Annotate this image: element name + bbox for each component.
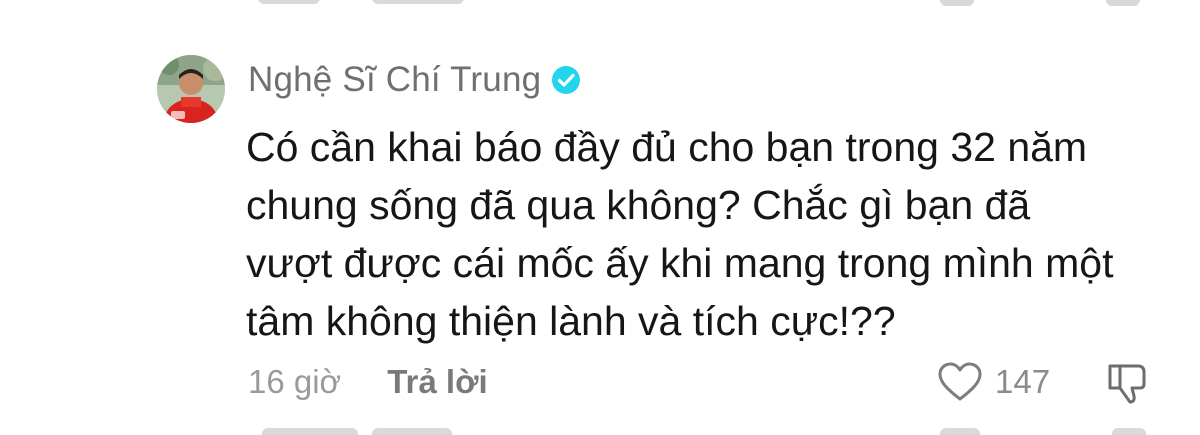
next-comment-dislike-fragment [1112, 428, 1146, 435]
verified-badge-icon [552, 66, 581, 94]
comment-body: Có cần khai báo đầy đủ cho bạn trong 32 … [246, 124, 1114, 344]
previous-comment-dislike-fragment [1106, 0, 1140, 6]
avatar-photo-icon [157, 55, 225, 123]
next-comment-fragment [262, 428, 358, 435]
next-comment-fragment-2 [372, 428, 452, 435]
author-name[interactable]: Nghệ Sĩ Chí Trung [248, 60, 541, 100]
heart-outline-icon [938, 362, 982, 401]
previous-comment-timestamp-fragment [258, 0, 320, 4]
author-avatar[interactable] [157, 55, 225, 123]
comment-meta: 16 giờ Trả lời [248, 360, 488, 404]
like-button[interactable]: 147 [937, 358, 1050, 406]
comment-thread: Nghệ Sĩ Chí Trung Có cần khai báo đầy đủ… [0, 0, 1200, 435]
previous-comment-like-fragment [940, 0, 974, 6]
author-row: Nghệ Sĩ Chí Trung [248, 58, 581, 102]
like-count: 147 [995, 363, 1051, 400]
thumbs-down-outline-icon[interactable] [1104, 360, 1150, 406]
reply-button[interactable]: Trả lời [387, 363, 488, 401]
comment-timestamp: 16 giờ [248, 363, 342, 400]
next-comment-like-fragment [940, 428, 980, 435]
previous-comment-reply-fragment [372, 0, 464, 4]
